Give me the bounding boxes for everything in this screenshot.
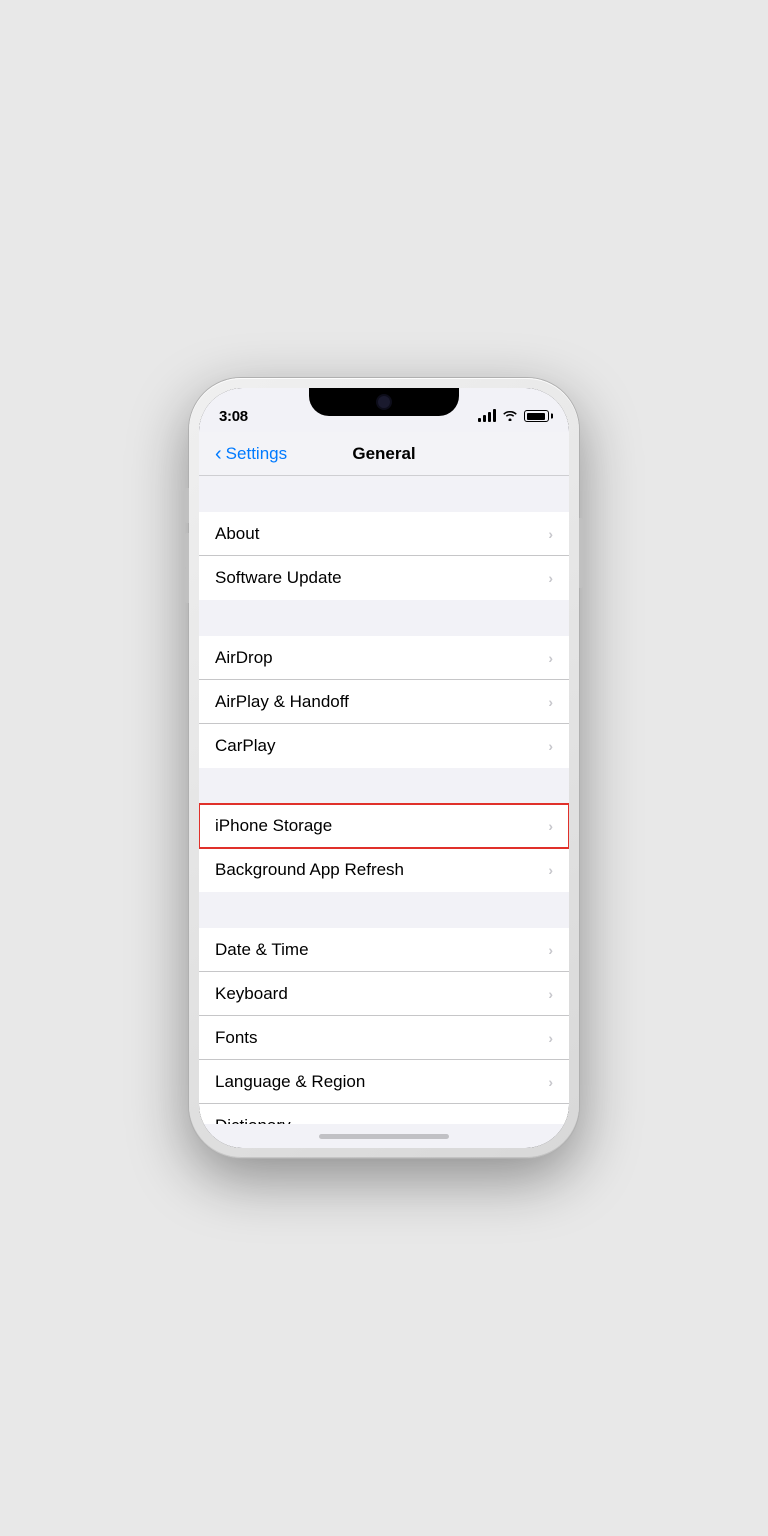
row-right-carplay: › — [548, 738, 553, 754]
settings-row-language[interactable]: Language & Region › — [199, 1060, 569, 1104]
section-spacer-4 — [199, 892, 569, 928]
nav-bar: ‹ Settings General — [199, 432, 569, 476]
row-right-background-refresh: › — [548, 862, 553, 878]
home-indicator — [199, 1124, 569, 1148]
home-bar — [319, 1134, 449, 1139]
chevron-airdrop: › — [548, 650, 553, 666]
chevron-carplay: › — [548, 738, 553, 754]
row-right-fonts: › — [548, 1030, 553, 1046]
chevron-iphone-storage: › — [548, 818, 553, 834]
row-right-keyboard: › — [548, 986, 553, 1002]
settings-row-date-time[interactable]: Date & Time › — [199, 928, 569, 972]
settings-row-fonts[interactable]: Fonts › — [199, 1016, 569, 1060]
back-button[interactable]: ‹ Settings — [215, 444, 287, 464]
status-icons — [478, 409, 549, 424]
row-label-software-update: Software Update — [215, 568, 342, 588]
settings-row-airdrop[interactable]: AirDrop › — [199, 636, 569, 680]
settings-row-iphone-storage[interactable]: iPhone Storage › — [199, 804, 569, 848]
row-right-airplay: › — [548, 694, 553, 710]
back-chevron-icon: ‹ — [215, 444, 222, 464]
chevron-about: › — [548, 526, 553, 542]
chevron-background-refresh: › — [548, 862, 553, 878]
screen: 3:08 — [199, 388, 569, 1148]
settings-row-dictionary[interactable]: Dictionary › — [199, 1104, 569, 1124]
chevron-language: › — [548, 1074, 553, 1090]
page-title: General — [352, 444, 415, 464]
settings-group-3: iPhone Storage › Background App Refresh … — [199, 804, 569, 892]
battery-icon — [524, 410, 549, 422]
section-spacer-1 — [199, 476, 569, 512]
settings-row-keyboard[interactable]: Keyboard › — [199, 972, 569, 1016]
row-right-iphone-storage: › — [548, 818, 553, 834]
wifi-icon — [502, 409, 518, 424]
settings-group-4: Date & Time › Keyboard › Fonts — [199, 928, 569, 1124]
row-label-dictionary: Dictionary — [215, 1116, 291, 1124]
chevron-software-update: › — [548, 570, 553, 586]
settings-row-background-refresh[interactable]: Background App Refresh › — [199, 848, 569, 892]
settings-row-software-update[interactable]: Software Update › — [199, 556, 569, 600]
row-right-language: › — [548, 1074, 553, 1090]
row-right-about: › — [548, 526, 553, 542]
chevron-date-time: › — [548, 942, 553, 958]
front-camera — [378, 396, 390, 408]
status-time: 3:08 — [219, 408, 248, 425]
settings-group-1: About › Software Update › — [199, 512, 569, 600]
settings-row-airplay[interactable]: AirPlay & Handoff › — [199, 680, 569, 724]
back-label: Settings — [226, 444, 287, 464]
row-label-airdrop: AirDrop — [215, 648, 273, 668]
row-label-fonts: Fonts — [215, 1028, 258, 1048]
row-label-date-time: Date & Time — [215, 940, 309, 960]
notch — [309, 388, 459, 416]
row-label-iphone-storage: iPhone Storage — [215, 816, 332, 836]
phone-inner: 3:08 — [199, 388, 569, 1148]
settings-content: About › Software Update › — [199, 476, 569, 1124]
row-label-background-refresh: Background App Refresh — [215, 860, 404, 880]
row-label-carplay: CarPlay — [215, 736, 275, 756]
row-label-keyboard: Keyboard — [215, 984, 288, 1004]
row-label-about: About — [215, 524, 259, 544]
chevron-keyboard: › — [548, 986, 553, 1002]
row-right-date-time: › — [548, 942, 553, 958]
settings-group-2: AirDrop › AirPlay & Handoff › CarPlay — [199, 636, 569, 768]
chevron-fonts: › — [548, 1030, 553, 1046]
section-spacer-2 — [199, 600, 569, 636]
row-right-airdrop: › — [548, 650, 553, 666]
row-label-airplay: AirPlay & Handoff — [215, 692, 349, 712]
row-label-language: Language & Region — [215, 1072, 365, 1092]
section-spacer-3 — [199, 768, 569, 804]
row-right-software-update: › — [548, 570, 553, 586]
phone-frame: 3:08 — [189, 378, 579, 1158]
settings-row-about[interactable]: About › — [199, 512, 569, 556]
signal-icon — [478, 410, 496, 422]
settings-row-carplay[interactable]: CarPlay › — [199, 724, 569, 768]
chevron-airplay: › — [548, 694, 553, 710]
